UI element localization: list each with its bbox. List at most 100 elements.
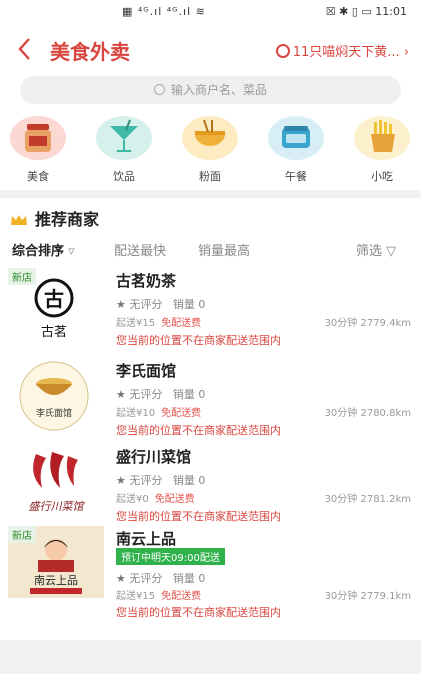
- sales-text: 销量 0: [172, 388, 206, 401]
- jam-jar-icon: [10, 116, 66, 160]
- search-input[interactable]: 输入商户名、菜品: [20, 76, 401, 104]
- page-title: 美食外卖: [50, 40, 130, 64]
- star-icon: ★: [116, 572, 126, 585]
- out-of-range-warning: 您当前的位置不在商家配送范围内: [116, 606, 281, 619]
- filter-label: 筛选: [356, 244, 383, 259]
- out-of-range-warning: 您当前的位置不在商家配送范围内: [116, 510, 281, 523]
- store-name: 古茗奶茶: [116, 272, 177, 290]
- free-delivery: 免配送费: [161, 408, 202, 419]
- store-rating: ★ 无评分 销量 0: [116, 472, 205, 488]
- store-item[interactable]: 李氏面馆 李氏面馆 ★ 无评分 销量 0 起送¥10 免配送费 30分钟 2780…: [0, 358, 421, 442]
- distance: 30分钟 2779.4km: [324, 318, 411, 329]
- app-header: 美食外卖 11只喵焖天下黄... ›: [0, 24, 421, 74]
- out-of-range-warning: 您当前的位置不在商家配送范围内: [116, 424, 281, 437]
- store-rating: ★ 无评分 销量 0: [116, 386, 205, 402]
- distance: 30分钟 2781.2km: [324, 494, 411, 505]
- distance: 30分钟 2779.1km: [324, 591, 411, 602]
- delivery-fee: 起送¥15 免配送费: [116, 314, 201, 329]
- category-snacks[interactable]: 小吃: [352, 116, 412, 184]
- category-label: 粉面: [199, 170, 221, 183]
- category-noodles[interactable]: 粉面: [180, 116, 240, 184]
- logo-text: 南云上品: [34, 574, 78, 587]
- min-order: 起送¥15: [116, 318, 156, 329]
- distance: 30分钟 2780.8km: [324, 408, 411, 419]
- search-placeholder: 输入商户名、菜品: [170, 83, 267, 97]
- star-icon: ★: [116, 298, 126, 311]
- sort-top-sales[interactable]: 销量最高: [198, 240, 250, 259]
- search-icon: [153, 84, 165, 95]
- min-order: 起送¥0: [116, 494, 149, 505]
- sort-fastest[interactable]: 配送最快: [114, 240, 166, 259]
- free-delivery: 免配送费: [154, 494, 195, 505]
- store-rating: ★ 无评分 销量 0: [116, 296, 205, 312]
- logo-text: 古茗: [41, 325, 67, 340]
- store-name: 南云上品: [116, 530, 177, 548]
- new-store-badge: 新店: [8, 526, 36, 543]
- free-delivery: 免配送费: [161, 318, 202, 329]
- sort-bar: 综合排序 ▿ 配送最快 销量最高 筛选 ▽: [0, 240, 421, 262]
- status-right: ☒ ✱ ▯ ▭ 11:01: [326, 5, 407, 18]
- min-order: 起送¥15: [116, 591, 156, 602]
- store-logo: 李氏面馆: [8, 358, 104, 434]
- logo-text: 李氏面馆: [36, 407, 72, 419]
- sales-text: 销量 0: [172, 474, 206, 487]
- search-area: 输入商户名、菜品: [0, 74, 421, 114]
- store-logo: 新店 古 古茗: [8, 268, 104, 344]
- star-icon: ★: [116, 474, 126, 487]
- category-label: 饮品: [113, 170, 135, 183]
- noodle-bowl-icon: [182, 116, 238, 160]
- filter-button[interactable]: 筛选 ▽: [356, 240, 396, 259]
- logo-text: 盛行川菜馆: [29, 500, 86, 513]
- sales-text: 销量 0: [172, 298, 206, 311]
- system-icons: ☒ ✱ ▯ ▭: [325, 5, 372, 18]
- svg-text:古: 古: [44, 287, 64, 311]
- delivery-fee: 起送¥0 免配送费: [116, 490, 195, 505]
- section-title: 推荐商家: [10, 206, 99, 230]
- free-delivery: 免配送费: [161, 591, 202, 602]
- store-logo: 新店 南云上品: [8, 526, 104, 598]
- category-drinks[interactable]: 饮品: [94, 116, 154, 184]
- rating-text: 无评分: [129, 298, 163, 311]
- fries-icon: [354, 116, 410, 160]
- category-bar: 美食 饮品 粉面 午餐 小吃: [0, 114, 421, 190]
- status-bar: ▦ ⁴ᴳ.ıl ⁴ᴳ.ıl ≋ ☒ ✱ ▯ ▭ 11:01: [0, 0, 421, 24]
- rating-text: 无评分: [129, 388, 163, 401]
- location-text: 11只喵焖天下黄...: [292, 45, 400, 60]
- sales-text: 销量 0: [172, 572, 206, 585]
- location-selector[interactable]: 11只喵焖天下黄... ›: [275, 41, 409, 60]
- min-order: 起送¥10: [116, 408, 156, 419]
- store-logo: 盛行川菜馆: [8, 444, 104, 520]
- back-arrow-icon[interactable]: [12, 34, 38, 64]
- category-label: 小吃: [371, 170, 393, 183]
- delivery-fee: 起送¥10 免配送费: [116, 404, 201, 419]
- new-store-badge: 新店: [8, 268, 36, 285]
- signal-indicators: ▦ ⁴ᴳ.ıl ⁴ᴳ.ıl ≋: [122, 5, 206, 18]
- delivery-fee: 起送¥15 免配送费: [116, 587, 201, 602]
- category-label: 午餐: [285, 170, 307, 183]
- store-item[interactable]: 新店 古 古茗 古茗奶茶 ★ 无评分 销量 0 起送¥15 免配送费 30分钟 2…: [0, 268, 421, 352]
- store-rating: ★ 无评分 销量 0: [116, 570, 205, 586]
- star-icon: ★: [116, 388, 126, 401]
- funnel-icon: ▽: [382, 244, 397, 259]
- section-title-text: 推荐商家: [35, 210, 100, 229]
- category-meishi[interactable]: 美食: [8, 116, 68, 184]
- category-lunch[interactable]: 午餐: [266, 116, 326, 184]
- store-item[interactable]: 新店 南云上品 南云上品 预订中明天09:00配送 ★ 无评分 销量 0 起送¥…: [0, 526, 421, 630]
- out-of-range-warning: 您当前的位置不在商家配送范围内: [116, 334, 281, 347]
- lunchbox-icon: [268, 116, 324, 160]
- store-item[interactable]: 盛行川菜馆 盛行川菜馆 ★ 无评分 销量 0 起送¥0 免配送费 30分钟 278…: [0, 444, 421, 528]
- store-name: 李氏面馆: [116, 362, 177, 380]
- chevron-right-icon: ›: [403, 45, 409, 60]
- rating-text: 无评分: [129, 474, 163, 487]
- store-name: 盛行川菜馆: [116, 448, 192, 466]
- category-label: 美食: [27, 170, 49, 183]
- sort-default-label: 综合排序: [12, 244, 65, 259]
- cocktail-icon: [96, 116, 152, 160]
- recommended-section: 推荐商家 综合排序 ▿ 配送最快 销量最高 筛选 ▽ 新店 古 古茗 古茗奶茶 …: [0, 198, 421, 640]
- chevron-down-icon: ▿: [64, 244, 75, 259]
- sort-default[interactable]: 综合排序 ▿: [12, 240, 75, 259]
- rating-text: 无评分: [129, 572, 163, 585]
- preorder-badge: 预订中明天09:00配送: [116, 548, 225, 565]
- location-pin-icon: [275, 44, 290, 58]
- clock: 11:01: [375, 5, 407, 18]
